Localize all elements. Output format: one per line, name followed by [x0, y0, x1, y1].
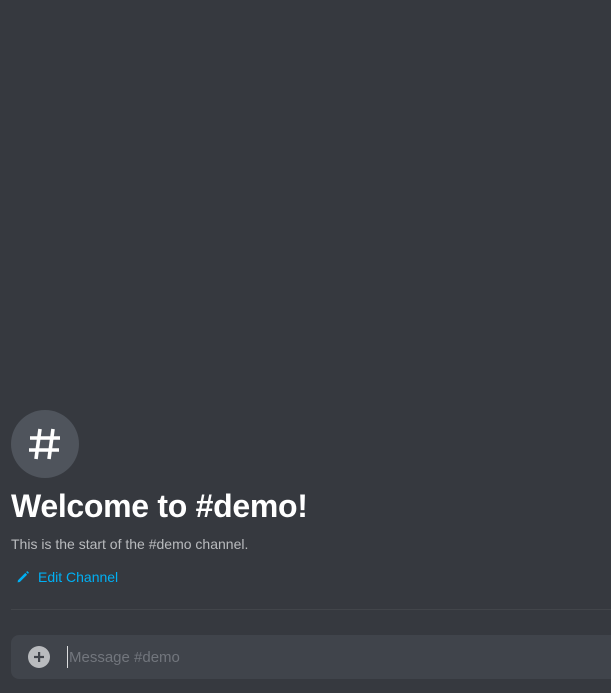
edit-channel-label: Edit Channel — [38, 569, 119, 585]
message-input[interactable] — [67, 646, 611, 668]
chat-area: Welcome to #demo! This is the start of t… — [0, 0, 611, 693]
channel-avatar — [11, 410, 79, 478]
hash-icon — [29, 428, 60, 460]
message-composer — [11, 635, 611, 679]
edit-channel-button[interactable]: Edit Channel — [16, 567, 118, 587]
add-attachment-button[interactable] — [28, 646, 50, 668]
plus-circle-icon — [34, 652, 44, 662]
pencil-icon — [17, 571, 29, 583]
welcome-subtitle: This is the start of the #demo channel. — [11, 536, 249, 552]
divider — [11, 609, 611, 610]
welcome-title: Welcome to #demo! — [11, 488, 308, 524]
